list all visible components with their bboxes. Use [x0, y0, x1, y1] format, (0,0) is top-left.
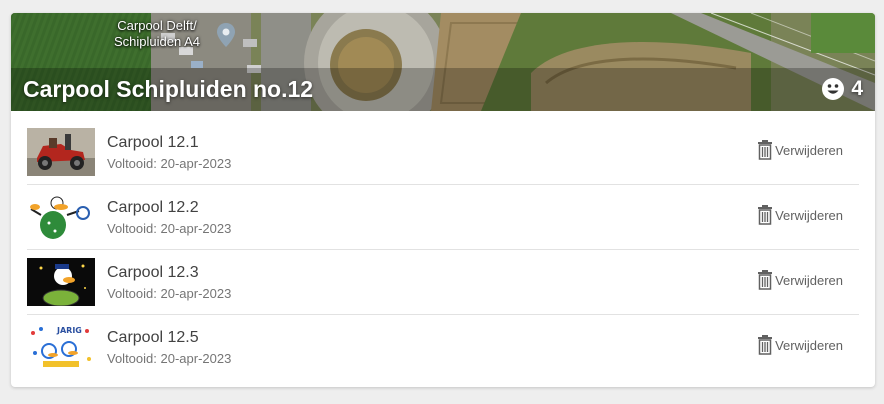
list-item[interactable]: Carpool 12.2 Voltooid: 20-apr-2023 Verwi… — [27, 185, 859, 250]
carpool-list: Carpool 12.1 Voltooid: 20-apr-2023 Verwi… — [27, 120, 859, 379]
thumbnail-red-vintage-car — [27, 128, 95, 176]
item-title: Carpool 12.2 — [107, 199, 199, 216]
thumbnail-cartoon-duck-night — [27, 258, 95, 306]
delete-button[interactable]: Verwijderen — [757, 205, 843, 225]
svg-text:JARIG: JARIG — [56, 326, 82, 335]
trash-icon — [758, 270, 773, 290]
item-title: Carpool 12.3 — [107, 264, 199, 281]
thumbnail-cartoon-jarig-birthday: JARIG — [27, 323, 95, 371]
delete-button[interactable]: Verwijderen — [757, 335, 843, 355]
map-label-line1: Carpool Delft/ — [117, 18, 197, 33]
member-count-value: 4 — [851, 77, 863, 100]
map-pin-icon — [217, 23, 235, 47]
thumbnail-cartoon-duck-green — [27, 193, 95, 241]
member-count: 4 — [821, 77, 863, 101]
item-status: Voltooid: 20-apr-2023 — [107, 351, 232, 366]
delete-button[interactable]: Verwijderen — [757, 140, 843, 160]
item-title: Carpool 12.1 — [107, 134, 199, 151]
list-item[interactable]: JARIG Carpool 12.5 Voltooid: 20-apr-2023 — [27, 315, 859, 379]
list-item[interactable]: Carpool 12.1 Voltooid: 20-apr-2023 Verwi… — [27, 120, 859, 185]
delete-label: Verwijderen — [775, 207, 843, 223]
item-title: Carpool 12.5 — [107, 329, 199, 346]
list-item[interactable]: Carpool 12.3 Voltooid: 20-apr-2023 Verwi… — [27, 250, 859, 315]
trash-icon — [758, 335, 773, 355]
smiley-icon — [822, 78, 845, 100]
delete-button[interactable]: Verwijderen — [757, 270, 843, 290]
map-label-line2: Schipluiden A4 — [114, 34, 201, 49]
item-status: Voltooid: 20-apr-2023 — [107, 286, 232, 301]
trash-icon — [758, 205, 773, 225]
delete-label: Verwijderen — [775, 337, 843, 353]
group-header: Carpool Delft/ Schipluiden A4 Carpool Sc… — [11, 13, 875, 111]
item-status: Voltooid: 20-apr-2023 — [107, 221, 232, 236]
delete-label: Verwijderen — [775, 142, 843, 158]
item-status: Voltooid: 20-apr-2023 — [107, 156, 232, 171]
group-title: Carpool Schipluiden no.12 — [23, 76, 314, 102]
delete-label: Verwijderen — [775, 272, 843, 288]
map-location-label: Carpool Delft/ Schipluiden A4 — [114, 18, 200, 50]
carpool-group-card: Carpool Delft/ Schipluiden A4 Carpool Sc… — [11, 13, 875, 387]
trash-icon — [758, 140, 773, 160]
